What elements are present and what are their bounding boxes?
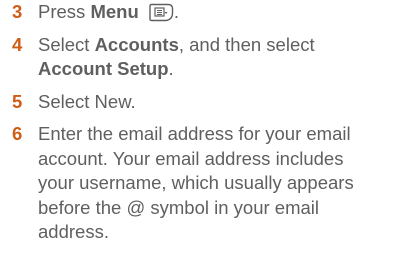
step-3: 3 Press Menu . bbox=[0, 0, 400, 25]
account-setup-label: Account Setup bbox=[38, 58, 169, 79]
step-number: 6 bbox=[12, 123, 23, 144]
step-text: Select bbox=[38, 33, 95, 55]
menu-label: Menu bbox=[90, 1, 139, 22]
step-line: your username, which usually appears bbox=[38, 172, 354, 193]
step-4: 4 Select Accounts, and then select Accou… bbox=[0, 33, 400, 82]
step-line: before the @ symbol in your email bbox=[38, 196, 319, 218]
instruction-steps: 3 Press Menu . 4 Select Accounts, and th… bbox=[0, 0, 400, 245]
step-text-middle: , and then select bbox=[178, 33, 315, 55]
step-number: 4 bbox=[12, 33, 23, 55]
step-line: address. bbox=[38, 221, 109, 242]
accounts-label: Accounts bbox=[94, 33, 179, 55]
menu-key-icon bbox=[148, 3, 174, 22]
step-number: 5 bbox=[12, 90, 23, 112]
step-text: Press bbox=[38, 1, 91, 22]
step-line: account. Your email address includes bbox=[38, 147, 344, 169]
step-number: 3 bbox=[12, 1, 23, 22]
step-line: Enter the email address for your email bbox=[38, 123, 351, 144]
step-text: Select New. bbox=[38, 90, 136, 112]
step-6: 6 Enter the email address for your email… bbox=[0, 122, 400, 245]
step-text-end: . bbox=[168, 58, 174, 79]
step-text-end: . bbox=[173, 1, 180, 22]
step-5: 5 Select New. bbox=[0, 90, 400, 115]
